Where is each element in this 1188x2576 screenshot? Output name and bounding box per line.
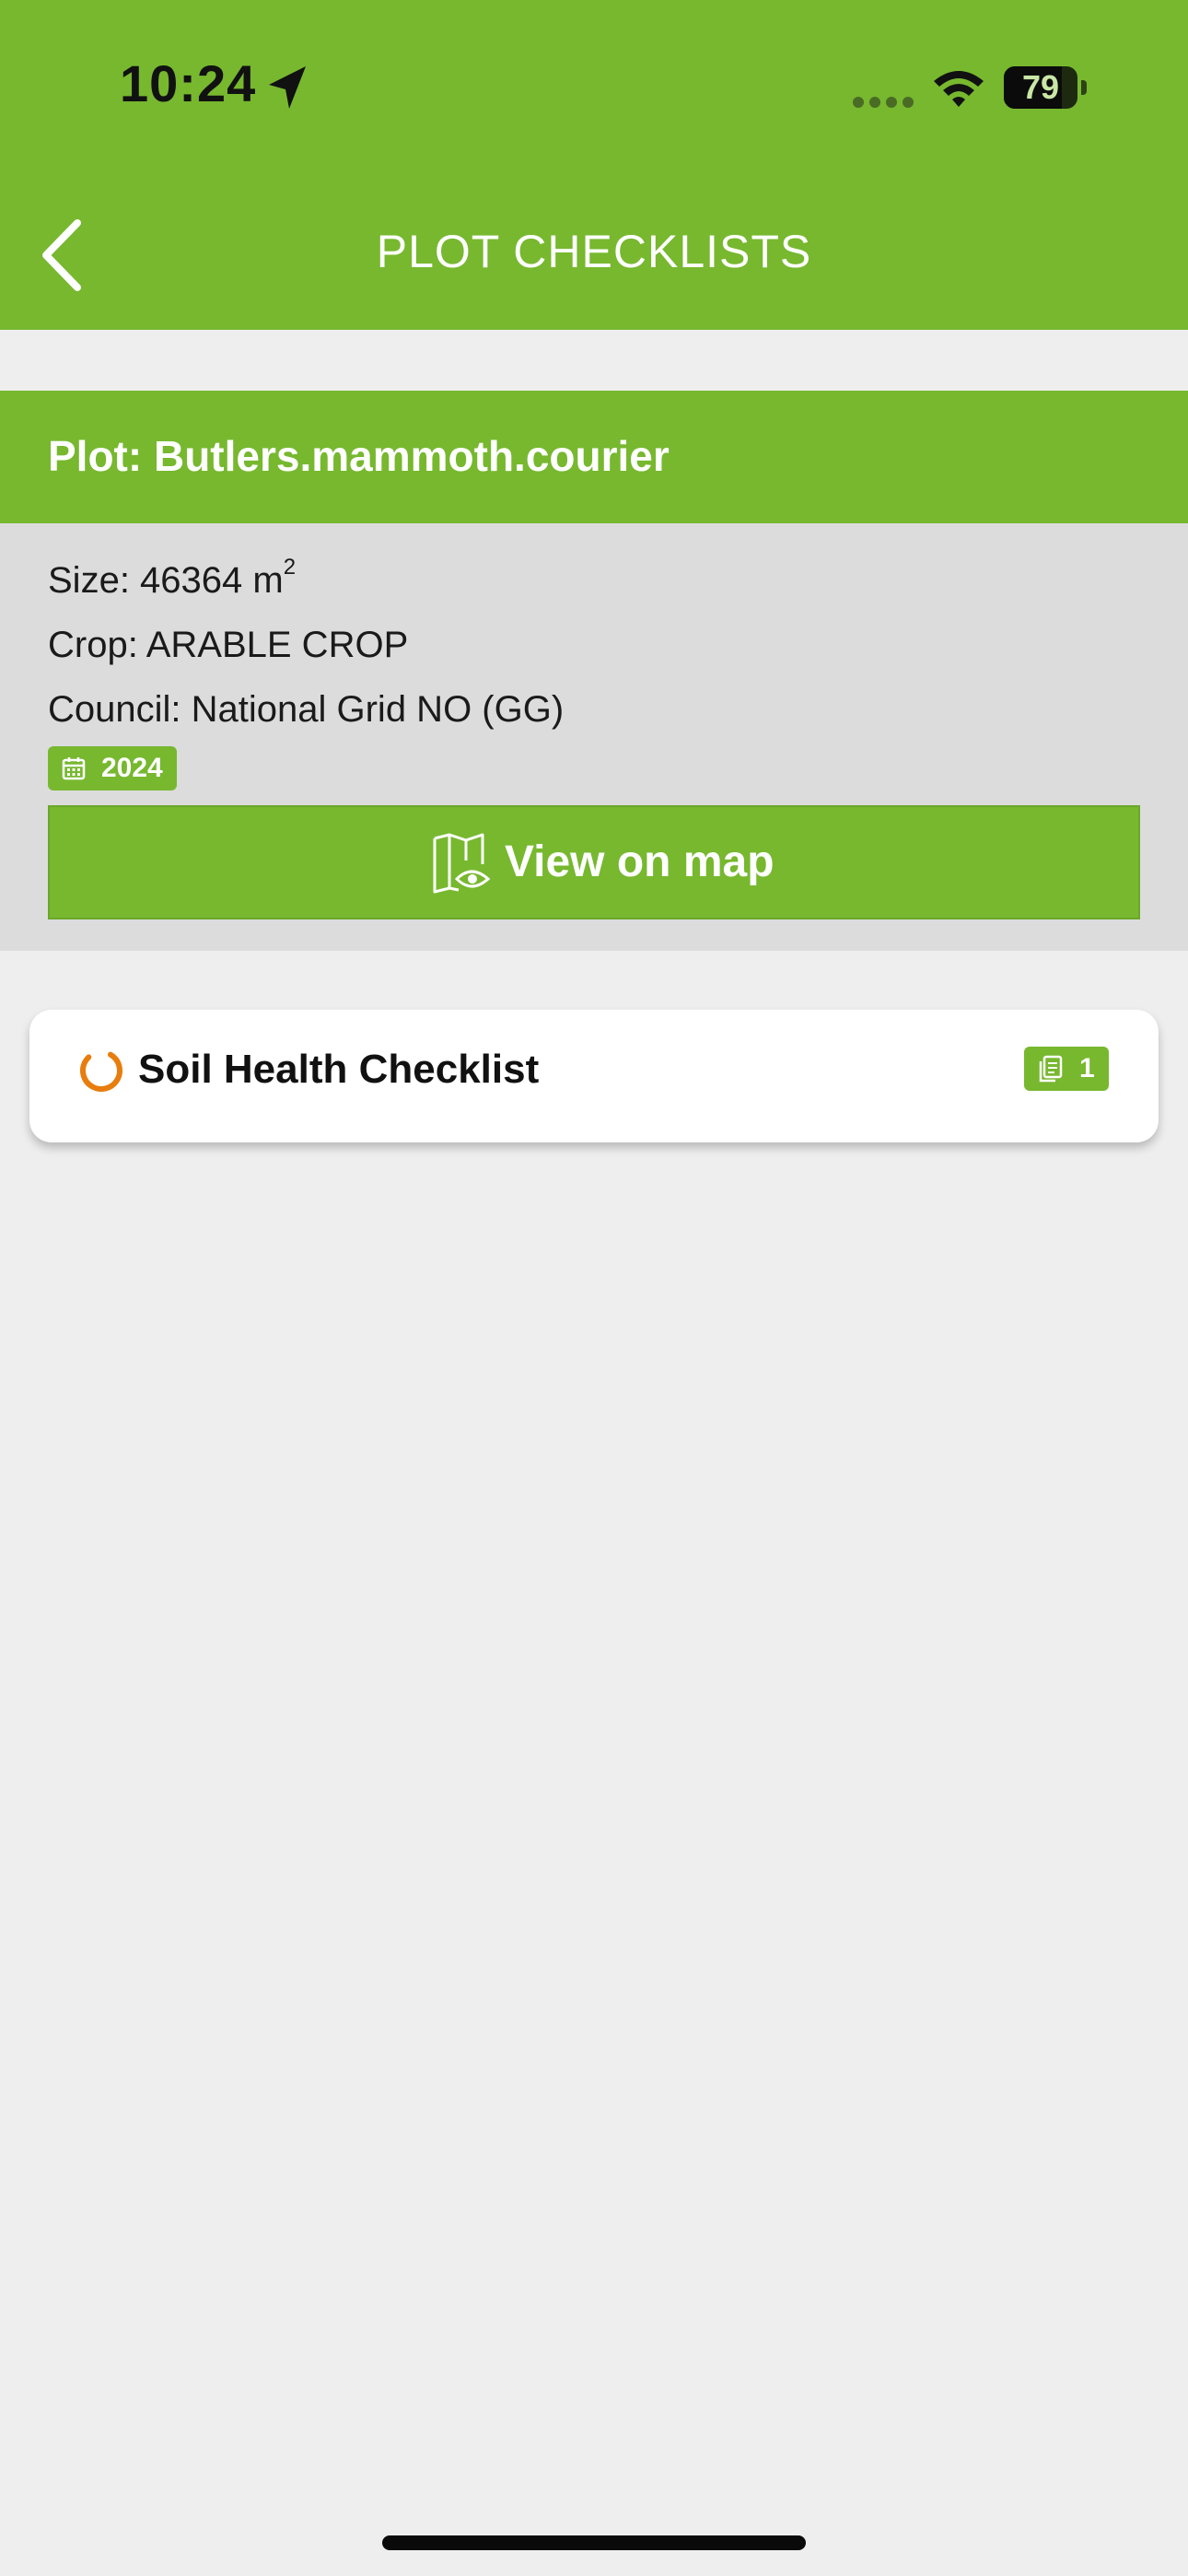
calendar-icon (62, 757, 86, 780)
map-view-icon (433, 833, 491, 894)
plot-details: Size: 46364 m2 Crop: ARABLE CROP Council… (0, 523, 1188, 951)
documents-icon (1039, 1055, 1063, 1083)
status-time: 10:24 (120, 54, 257, 112)
view-on-map-button[interactable]: View on map (48, 805, 1140, 919)
year-badge: 2024 (48, 746, 177, 790)
plot-header: Plot: Butlers.mammoth.courier (0, 391, 1188, 523)
page-title: PLOT CHECKLISTS (376, 226, 812, 277)
view-on-map-label: View on map (505, 837, 775, 886)
year-label: 2024 (101, 753, 163, 783)
submission-count-badge: 1 (1024, 1047, 1109, 1091)
battery-indicator: 79 (1004, 66, 1087, 109)
plot-size: Size: 46364 m2 (48, 555, 297, 601)
plot-crop: Crop: ARABLE CROP (48, 625, 409, 665)
home-indicator[interactable] (382, 2535, 806, 2550)
unit-superscript: 2 (283, 555, 297, 580)
wifi-icon (934, 71, 984, 107)
checklist-title: Soil Health Checklist (138, 1047, 540, 1092)
location-arrow-icon (269, 66, 306, 109)
app-header: 10:24 79 PLOT CHECKLISTS (0, 0, 1188, 330)
plot-name: Plot: Butlers.mammoth.courier (48, 432, 670, 480)
plot-council: Council: National Grid NO (GG) (48, 689, 565, 730)
cellular-signal-icon (853, 97, 914, 108)
battery-percentage: 79 (1021, 68, 1060, 106)
checklist-item[interactable]: Soil Health Checklist 1 (29, 1010, 1159, 1142)
in-progress-icon (80, 1049, 122, 1092)
submission-count: 1 (1079, 1053, 1095, 1083)
